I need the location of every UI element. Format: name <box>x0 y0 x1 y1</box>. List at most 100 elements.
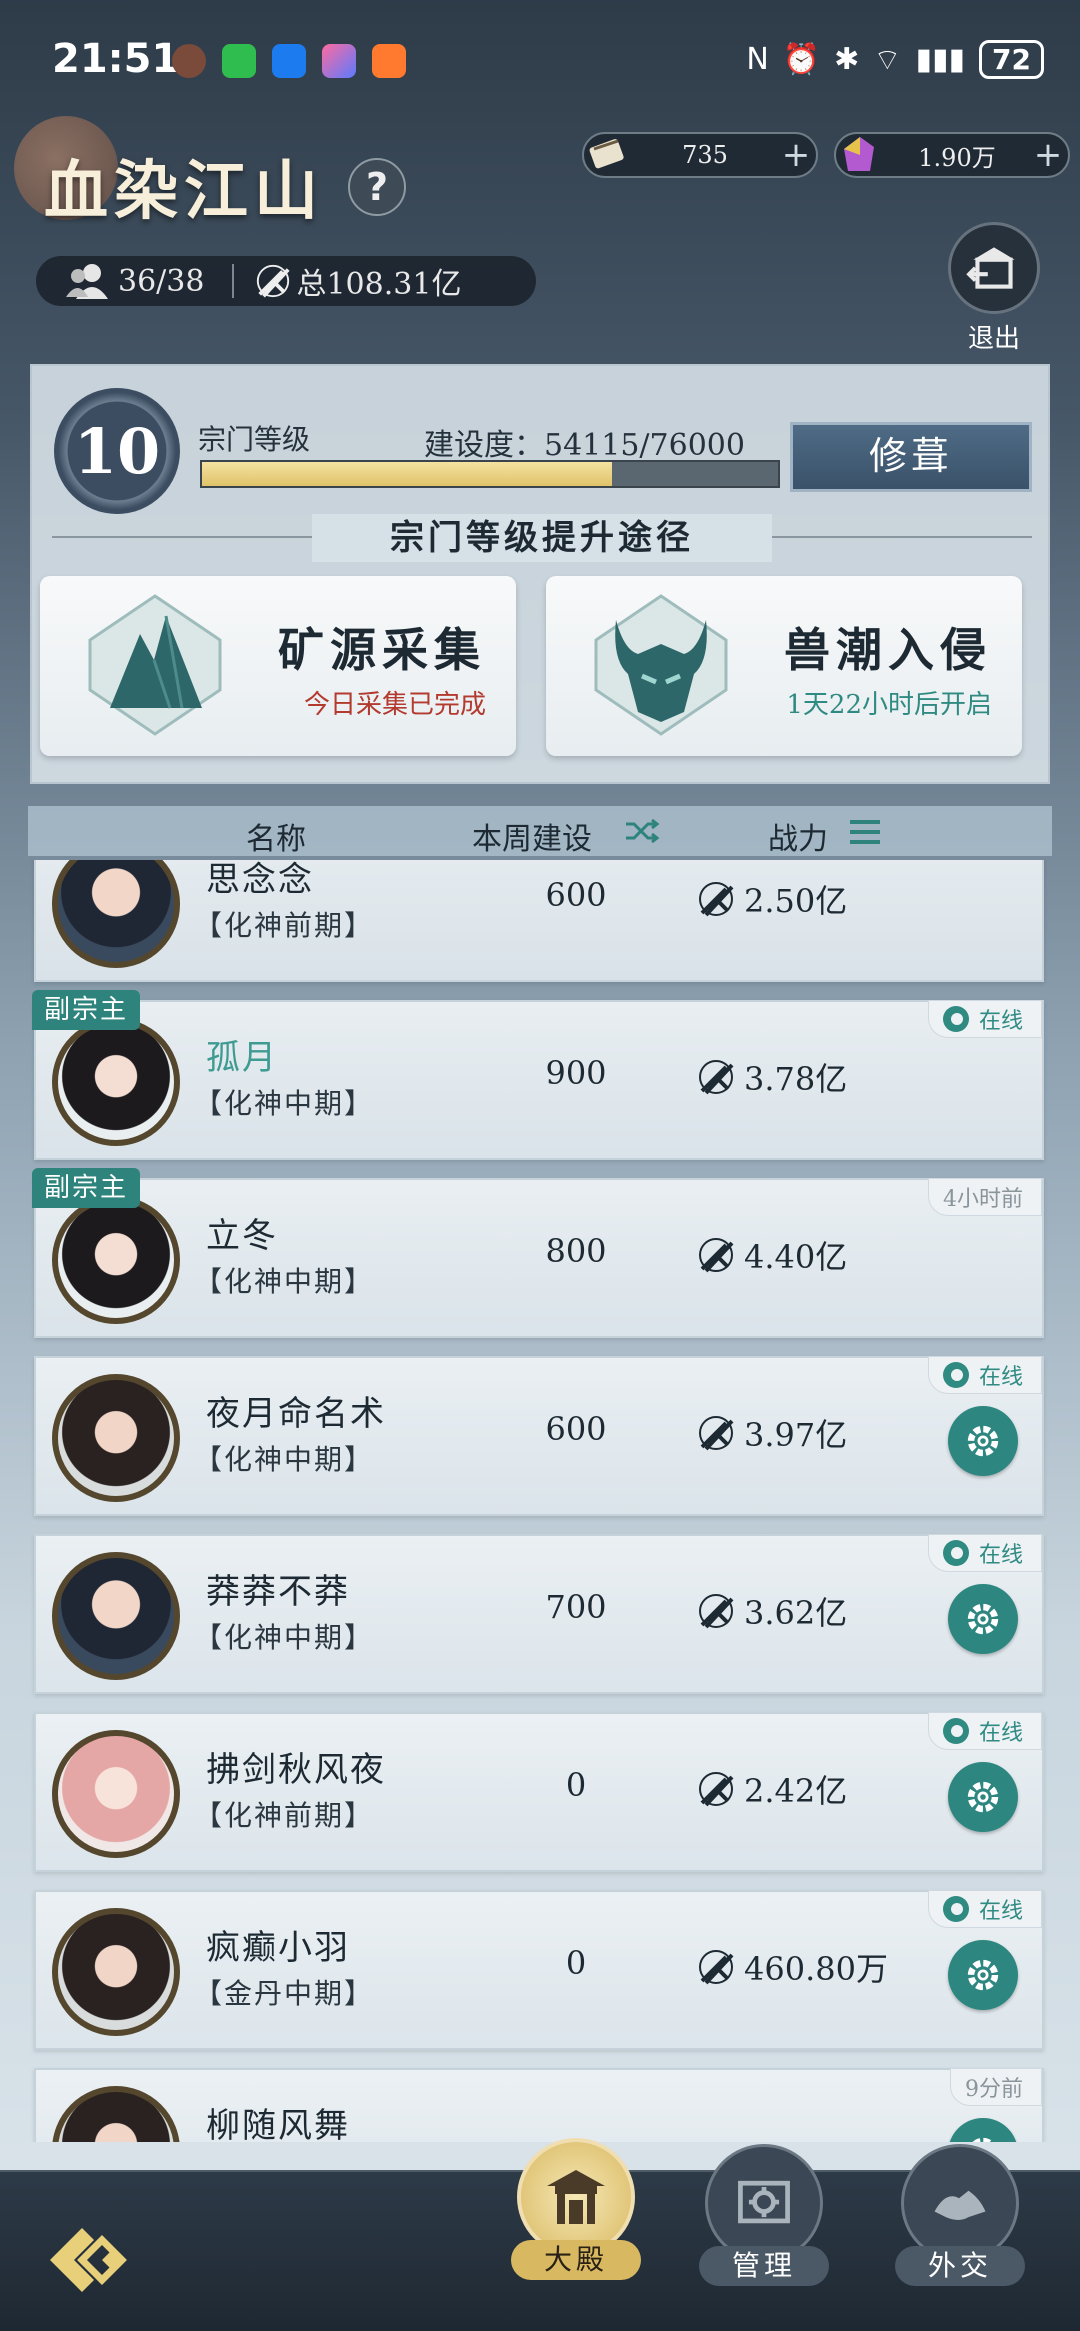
divider <box>232 264 235 298</box>
last-seen: 4小时前 <box>928 1178 1042 1216</box>
home-app-icon <box>372 44 406 78</box>
member-row[interactable]: 疯癫小羽 【金丹中期】 0 460.80万 在线 <box>34 1890 1044 2050</box>
hall-icon <box>517 2138 635 2256</box>
weekly-construction: 600 <box>545 876 607 914</box>
member-row[interactable]: 柳随风舞 9分前 <box>34 2068 1044 2142</box>
gear-icon <box>972 2137 994 2142</box>
member-count: 36/38 <box>118 263 205 299</box>
status-text: 在线 <box>978 1365 1023 1390</box>
member-power-value: 3.62亿 <box>744 1594 848 1632</box>
power-icon <box>699 1416 734 1451</box>
nfc-icon: N <box>746 42 769 77</box>
manage-member-button[interactable] <box>948 2118 1018 2142</box>
manage-member-button[interactable] <box>948 1762 1018 1832</box>
weekly-construction: 800 <box>545 1232 607 1270</box>
member-row[interactable]: 拂剑秋风夜 【化神前期】 0 2.42亿 在线 <box>34 1712 1044 1872</box>
sect-name: 血染江山 <box>44 154 324 229</box>
member-power-value: 3.97亿 <box>744 1416 848 1454</box>
resource-scroll: 735 + <box>582 132 818 178</box>
manage-member-button[interactable] <box>948 1940 1018 2010</box>
back-icon[interactable] <box>42 2220 142 2300</box>
online-status: 在线 <box>927 1000 1042 1038</box>
member-row[interactable]: 莽莽不莽 【化神中期】 700 3.62亿 在线 <box>34 1534 1044 1694</box>
mining-status: 今日采集已完成 <box>303 690 486 720</box>
power-icon <box>699 1772 734 1807</box>
member-power-value: 2.50亿 <box>744 882 848 920</box>
avatar[interactable] <box>52 860 180 968</box>
alarm-icon: ⏰ <box>782 42 821 77</box>
status-text: 9分前 <box>965 2077 1023 2102</box>
member-realm: 【化神中期】 <box>194 1087 375 1120</box>
gear-icon <box>967 1959 999 1991</box>
online-icon <box>942 1718 969 1744</box>
role-badge: 副宗主 <box>32 1168 141 1208</box>
mining-card[interactable]: 矿源采集 今日采集已完成 <box>40 576 516 756</box>
column-weekly-construction[interactable]: 本周建设 <box>472 814 592 858</box>
beast-tide-card[interactable]: 兽潮入侵 1天22小时后开启 <box>546 576 1022 756</box>
help-button[interactable]: ? <box>348 158 406 216</box>
add-spirit-stone-button[interactable]: + <box>1028 135 1068 175</box>
member-row[interactable]: 孤月 【化神中期】 900 3.78亿 在线 副宗主 <box>32 990 1044 1160</box>
online-icon <box>942 1362 969 1388</box>
member-list[interactable]: 思念念 【化神前期】 600 2.50亿 孤月 【化神中期】 900 3.78亿 在线 副宗主 立冬… <box>0 860 1080 2142</box>
member-power: 3.62亿 <box>696 1588 847 1634</box>
total-power: 总108.31亿 <box>296 267 462 302</box>
power-icon <box>699 1060 734 1095</box>
member-row[interactable]: 夜月命名术 【化神中期】 600 3.97亿 在线 <box>34 1356 1044 1516</box>
avatar[interactable] <box>52 1552 180 1680</box>
sort-list-icon[interactable] <box>848 818 882 846</box>
beast-icon <box>594 594 728 736</box>
avatar[interactable] <box>52 1730 180 1858</box>
spirit-stone-count: 1.90万 <box>918 143 996 172</box>
nav-hall-label: 大殿 <box>511 2240 641 2280</box>
repair-button[interactable]: 修葺 <box>790 422 1032 492</box>
column-name[interactable]: 名称 <box>246 814 306 858</box>
status-text: 在线 <box>978 1009 1023 1034</box>
online-icon <box>942 1006 969 1032</box>
member-name: 拂剑秋风夜 <box>206 1750 386 1790</box>
avatar[interactable] <box>52 1908 180 2036</box>
member-row[interactable]: 思念念 【化神前期】 600 2.50亿 <box>34 860 1044 982</box>
member-realm: 【化神前期】 <box>194 909 375 942</box>
online-status: 在线 <box>927 1712 1042 1750</box>
avatar[interactable] <box>52 1374 180 1502</box>
status-bar: 21:51 N ⏰ ✱ ⌔ ▮▮▮ 72 <box>0 0 1080 120</box>
upgrade-path-title: 宗门等级提升途径 <box>312 514 772 562</box>
manage-member-button[interactable] <box>948 1406 1018 1476</box>
signal-icon: ▮▮▮ <box>915 42 966 77</box>
member-realm: 【化神中期】 <box>194 1621 375 1654</box>
member-power-value: 2.42亿 <box>744 1772 848 1810</box>
nav-hall-button[interactable]: 大殿 <box>506 2138 646 2280</box>
weekly-construction: 0 <box>565 1944 587 1982</box>
manage-member-button[interactable] <box>948 1584 1018 1654</box>
nav-manage-button[interactable]: 管理 <box>698 2144 830 2286</box>
nav-diplomacy-button[interactable]: 外交 <box>894 2144 1026 2286</box>
power-icon <box>699 1238 734 1273</box>
battery-indicator: 72 <box>979 40 1044 79</box>
wechat-icon <box>222 44 256 78</box>
member-power: 3.78亿 <box>696 1054 847 1100</box>
avatar[interactable] <box>52 2086 180 2142</box>
member-row[interactable]: 立冬 【化神中期】 800 4.40亿 4小时前 副宗主 <box>32 1168 1044 1338</box>
status-text: 在线 <box>978 1899 1023 1924</box>
shuffle-sort-icon[interactable] <box>624 816 660 846</box>
mining-title: 矿源采集 <box>278 623 486 677</box>
member-power: 4.40亿 <box>696 1232 847 1278</box>
avatar[interactable] <box>52 1018 180 1146</box>
member-realm: 【化神前期】 <box>194 1799 375 1832</box>
member-realm: 【金丹中期】 <box>194 1977 375 2010</box>
avatar[interactable] <box>52 1196 180 1324</box>
add-scroll-button[interactable]: + <box>776 135 816 175</box>
construction-label: 建设度：54115/76000 <box>424 428 745 463</box>
column-power[interactable]: 战力 <box>768 814 828 858</box>
construction-progress-bar <box>200 460 780 488</box>
feishu-icon <box>272 44 306 78</box>
exit-button[interactable]: 退出 <box>944 222 1044 354</box>
status-text: 在线 <box>978 1543 1023 1568</box>
construction-progress-fill <box>202 462 613 486</box>
weekly-construction: 900 <box>545 1054 607 1092</box>
mountain-icon <box>88 594 222 736</box>
member-list-header: 名称 本周建设 战力 <box>28 806 1052 858</box>
role-badge: 副宗主 <box>32 990 141 1030</box>
beast-tide-title: 兽潮入侵 <box>784 623 992 677</box>
